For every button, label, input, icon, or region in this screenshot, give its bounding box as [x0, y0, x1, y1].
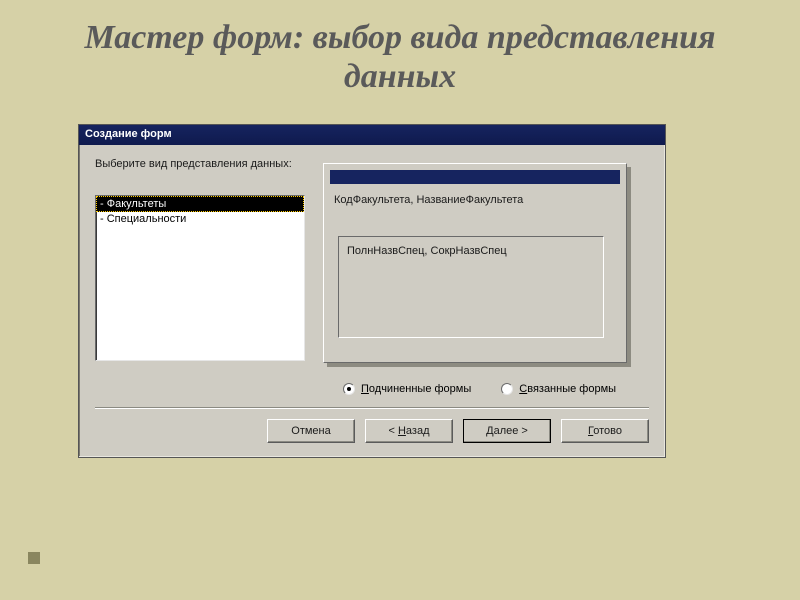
finish-button[interactable]: Готово — [561, 419, 649, 443]
form-wizard-dialog: Создание форм Выберите вид представления… — [78, 124, 666, 458]
list-item[interactable]: - Специальности — [96, 212, 304, 226]
back-button[interactable]: < Назад — [365, 419, 453, 443]
preview-panel: КодФакультета, НазваниеФакультета ПолнНа… — [323, 163, 627, 363]
preview-sub-fields: ПолнНазвСпец, СокрНазвСпец — [347, 245, 507, 257]
next-button[interactable]: Далее > — [463, 419, 551, 443]
radio-linkedforms[interactable]: Связанные формы — [501, 383, 616, 395]
radio-subforms[interactable]: Подчиненные формы — [343, 383, 471, 395]
preview-mini-titlebar — [330, 170, 620, 184]
preview-master-fields: КодФакультета, НазваниеФакультета — [334, 194, 523, 206]
view-listbox[interactable]: - Факультеты - Специальности — [95, 195, 305, 361]
prompt-label: Выберите вид представления данных: — [95, 157, 305, 195]
preview-subform-box: ПолнНазвСпец, СокрНазвСпец — [338, 236, 604, 338]
slide-bullet — [28, 552, 40, 564]
radio-dot-icon — [343, 383, 355, 395]
radio-linkedforms-label: Связанные формы — [519, 383, 616, 395]
list-item[interactable]: - Факультеты — [96, 196, 304, 212]
radio-subforms-label: Подчиненные формы — [361, 383, 471, 395]
cancel-button[interactable]: Отмена — [267, 419, 355, 443]
slide-title: Мастер форм: выбор вида представления да… — [0, 0, 800, 106]
dialog-titlebar: Создание форм — [79, 125, 665, 145]
radio-dot-icon — [501, 383, 513, 395]
